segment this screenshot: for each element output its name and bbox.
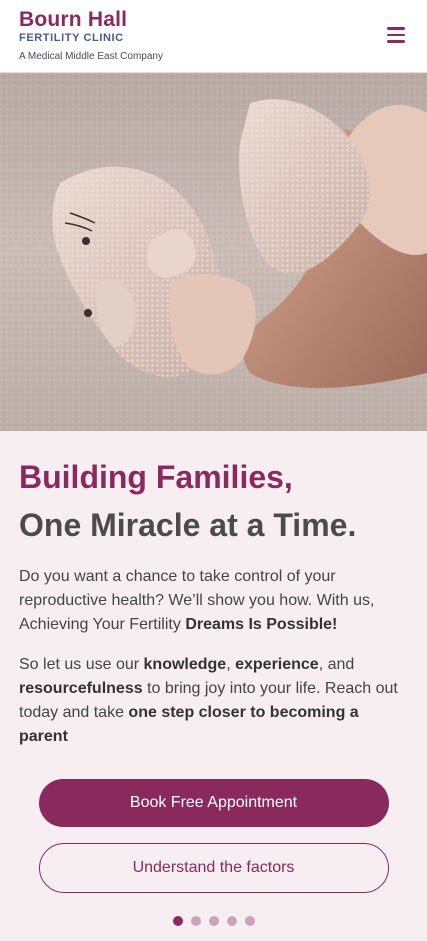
hero-heading-line2: One Miracle at a Time. [19, 507, 357, 543]
carousel-dot-3[interactable] [208, 916, 219, 926]
mission-paragraph: So let us use our knowledge, experience,… [19, 653, 408, 749]
carousel-dot-1[interactable] [172, 916, 183, 926]
mission-text: , and [318, 656, 355, 673]
brand-subtitle: FERTILITY CLINIC [19, 32, 124, 44]
brand-name: Bourn Hall [19, 8, 128, 31]
hero-image [0, 73, 427, 431]
mission-text: So let us use our [19, 656, 144, 673]
hamburger-menu-icon[interactable] [387, 27, 405, 43]
hero-heading-line1: Building Families, [19, 459, 293, 495]
intro-paragraph: Do you want a chance to take control of … [19, 565, 408, 637]
mission-text: , [226, 656, 236, 673]
carousel-dot-2[interactable] [190, 916, 201, 926]
mission-bold-resourcefulness: resourcefulness [19, 680, 143, 697]
carousel-dot-5[interactable] [244, 916, 255, 926]
baby-feet-illustration [0, 73, 427, 431]
site-header: Bourn Hall FERTILITY CLINIC A Medical Mi… [0, 0, 427, 73]
brand-tagline: A Medical Middle East Company [19, 51, 163, 62]
understand-factors-button[interactable]: Understand the factors [38, 843, 389, 893]
intro-bold-text: Dreams Is Possible! [185, 616, 338, 633]
mission-bold-knowledge: knowledge [143, 656, 227, 673]
book-appointment-button[interactable]: Book Free Appointment [38, 779, 389, 827]
carousel-dot-4[interactable] [226, 916, 237, 926]
brand-logo[interactable]: Bourn Hall FERTILITY CLINIC A Medical Mi… [19, 9, 163, 63]
mission-bold-experience: experience [235, 656, 319, 673]
carousel-pagination [0, 916, 427, 926]
hero-content: Building Families, One Miracle at a Time… [0, 453, 427, 749]
